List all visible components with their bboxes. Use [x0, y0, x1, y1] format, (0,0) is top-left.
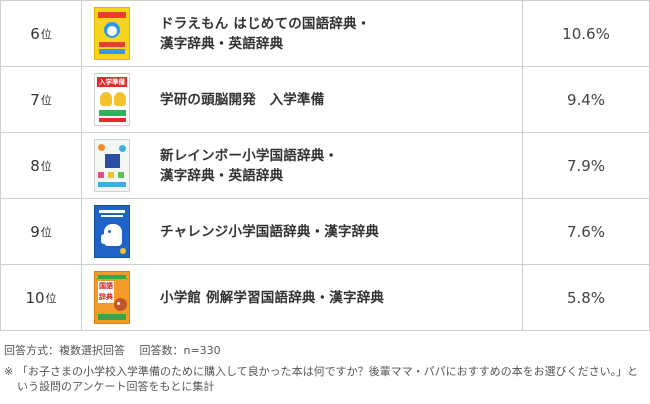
title-cell: 小学館 例解学習国語辞典・漢字辞典 [142, 265, 523, 330]
percent-value: 10.6% [562, 24, 610, 43]
percent-value: 7.9% [566, 156, 606, 175]
book-title: チャレンジ小学国語辞典・漢字辞典 [160, 223, 380, 240]
table-row: 9位 チャレンジ小学国語辞典・漢字辞典 7.6% [1, 199, 649, 265]
cover-cell [82, 133, 142, 198]
doraemon-dictionary-cover-icon [94, 7, 130, 60]
rank-number: 10 [25, 288, 45, 307]
cover-cell [82, 1, 142, 66]
footnote-mark: ※ [4, 365, 14, 378]
title-cell: 学研の頭脳開発 入学準備 [142, 67, 523, 132]
percent-value: 5.8% [566, 288, 606, 307]
table-row: 10 位 国語辞典 小学館 例解学習国語辞典・漢字辞典 5.8% [1, 265, 649, 331]
gakken-nyugaku-junbi-cover-icon: 入学準備 [94, 73, 130, 126]
ranking-table: 6位 ドラえもん はじめての国語辞典・ 漢字辞典・英語辞典 10.6% 7位 入… [0, 0, 650, 331]
book-title: 学研の頭脳開発 入学準備 [160, 91, 325, 108]
rank-cell: 9位 [1, 199, 82, 264]
table-row: 8位 新レインボー小学国語辞典・ 漢字辞典・英語辞典 7.9% [1, 133, 649, 199]
cover-cell: 入学準備 [82, 67, 142, 132]
percent-value: 7.6% [566, 222, 606, 241]
table-row: 6位 ドラえもん はじめての国語辞典・ 漢字辞典・英語辞典 10.6% [1, 1, 649, 67]
percent-cell: 10.6% [523, 1, 649, 66]
table-row: 7位 入学準備 学研の頭脳開発 入学準備 9.4% [1, 67, 649, 133]
rank-suffix: 位 [40, 93, 52, 107]
rainbow-dictionary-cover-icon [94, 139, 130, 192]
rank-suffix: 位 [40, 225, 52, 239]
challenge-dictionary-cover-icon [94, 205, 130, 258]
percent-cell: 5.8% [523, 265, 649, 330]
percent-cell: 7.9% [523, 133, 649, 198]
rank-number: 7 [30, 90, 40, 109]
title-cell: 新レインボー小学国語辞典・ 漢字辞典・英語辞典 [142, 133, 523, 198]
answer-method-note: 回答方式：複数選択回答 回答数：n=330 [4, 344, 221, 357]
cover-cell [82, 199, 142, 264]
book-title: 新レインボー小学国語辞典・ 漢字辞典・英語辞典 [160, 147, 339, 184]
cover-cell: 国語辞典 [82, 265, 142, 330]
book-title: 小学館 例解学習国語辞典・漢字辞典 [160, 289, 385, 306]
rank-cell: 10 位 [1, 265, 82, 330]
rank-suffix: 位 [40, 27, 52, 41]
book-title: ドラえもん はじめての国語辞典・ 漢字辞典・英語辞典 [160, 15, 371, 52]
footnote-text: 「お子さまの小学校入学準備のために購入して良かった本は何ですか？後輩ママ・パパに… [17, 365, 639, 393]
title-cell: チャレンジ小学国語辞典・漢字辞典 [142, 199, 523, 264]
rank-suffix: 位 [45, 291, 57, 305]
rank-suffix: 位 [40, 159, 52, 173]
rank-number: 9 [30, 222, 40, 241]
percent-value: 9.4% [566, 90, 606, 109]
survey-footnote: ※ 「お子さまの小学校入学準備のために購入して良かった本は何ですか？後輩ママ・パ… [4, 364, 644, 394]
rank-number: 6 [30, 24, 40, 43]
rank-cell: 8位 [1, 133, 82, 198]
title-cell: ドラえもん はじめての国語辞典・ 漢字辞典・英語辞典 [142, 1, 523, 66]
percent-cell: 9.4% [523, 67, 649, 132]
rank-number: 8 [30, 156, 40, 175]
percent-cell: 7.6% [523, 199, 649, 264]
rank-cell: 7位 [1, 67, 82, 132]
rank-cell: 6位 [1, 1, 82, 66]
shogakukan-dictionary-cover-icon: 国語辞典 [94, 271, 130, 324]
